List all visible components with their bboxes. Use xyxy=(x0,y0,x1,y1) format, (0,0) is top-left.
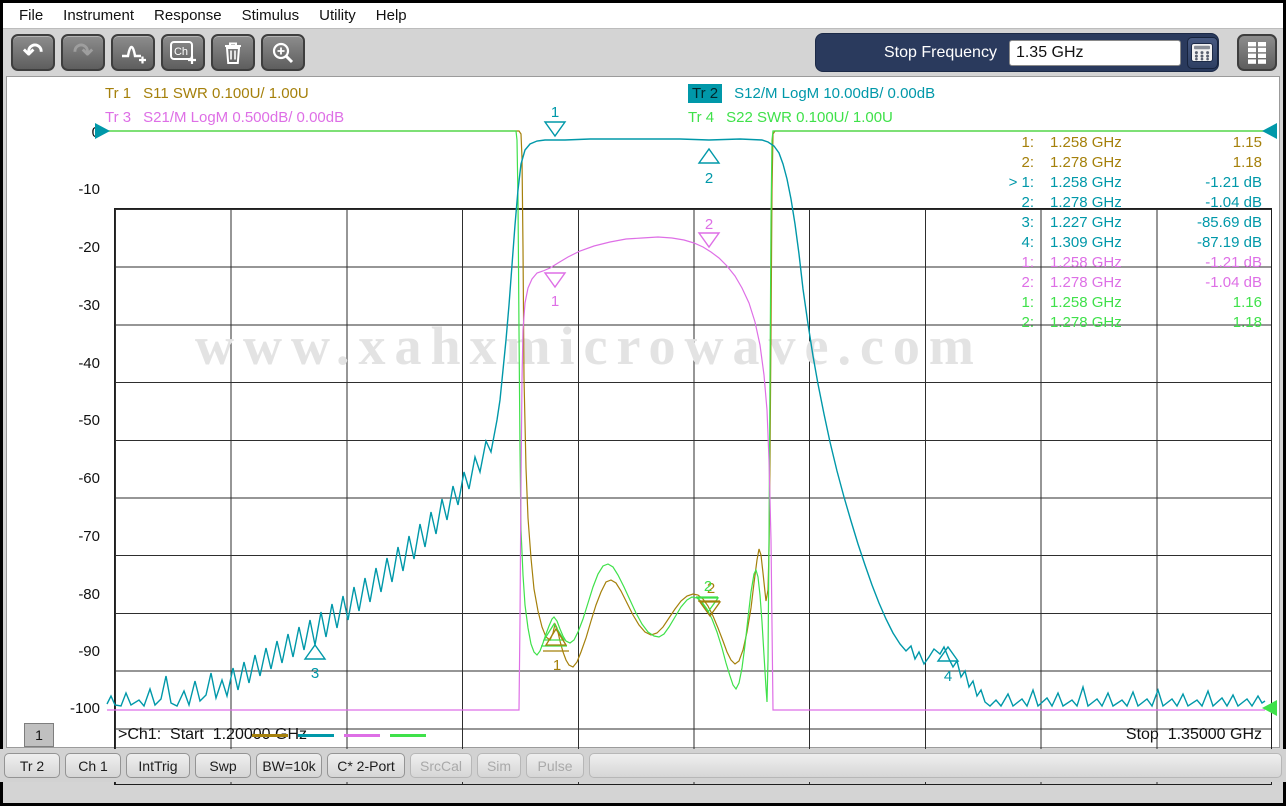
softkey-inttrig[interactable]: IntTrig xyxy=(126,753,190,778)
add-trace-button[interactable] xyxy=(111,34,155,71)
softkey-srccal: SrcCal xyxy=(410,753,472,778)
trace-label-tr3[interactable]: Tr 3 S21/M LogM 0.500dB/ 0.00dB xyxy=(105,109,344,126)
marker-row-active: > 1: 1.258 GHz -1.21 dB xyxy=(1008,174,1262,191)
undo-button[interactable]: ↶ xyxy=(11,34,55,71)
channel-plus-icon: Ch xyxy=(170,41,196,64)
marker-row: 2: 1.278 GHz 1.18 xyxy=(1021,154,1262,171)
marker-row: 2: 1.278 GHz -1.04 dB xyxy=(1021,274,1262,291)
keypad-button[interactable] xyxy=(1186,36,1218,69)
trace-desc-tr3: S21/M LogM 0.500dB/ 0.00dB xyxy=(143,109,345,126)
keypad-icon xyxy=(1191,43,1214,62)
marker-readout-table: 1: 1.258 GHz 1.15 2: 1.278 GHz 1.18 > 1: 1.25… xyxy=(988,133,1262,333)
menu-response[interactable]: Response xyxy=(144,7,232,24)
delete-button[interactable] xyxy=(211,34,255,71)
add-channel-button[interactable]: Ch xyxy=(161,34,205,71)
undo-arrow-icon: ↶ xyxy=(22,38,44,66)
stop-frequency-input[interactable] xyxy=(1008,39,1181,66)
marker-row: 2: 1.278 GHz -1.04 dB xyxy=(1021,194,1262,211)
trace-legend-swatches xyxy=(252,734,426,737)
toolbar: ↶ ↷ Ch Stop Frequency 1.35 GHz xyxy=(3,30,1283,76)
zoom-button[interactable] xyxy=(261,34,305,71)
bottom-status-bar: Tr 2 Ch 1 IntTrig Swp BW=10k C* 2-Port S… xyxy=(0,749,1286,782)
tr4-swatch xyxy=(390,734,426,737)
vna-application-window: { "menu": {"items": ["File", "Instrument… xyxy=(0,0,1286,806)
menu-help[interactable]: Help xyxy=(366,7,417,24)
marker-row: 4: 1.309 GHz -87.19 dB xyxy=(1021,234,1262,251)
menu-file[interactable]: File xyxy=(9,7,53,24)
menu-stimulus[interactable]: Stimulus xyxy=(232,7,310,24)
softkey-sim: Sim xyxy=(477,753,521,778)
softkey-bw[interactable]: BW=10k xyxy=(256,753,322,778)
trash-icon xyxy=(225,42,241,64)
tr2-swatch xyxy=(298,734,334,737)
marker-row: 1: 1.258 GHz 1.16 xyxy=(1021,294,1262,311)
marker-row: 1: 1.258 GHz 1.15 xyxy=(1021,134,1262,151)
redo-button: ↷ xyxy=(61,34,105,71)
softkey-pulse: Pulse xyxy=(526,753,584,778)
menu-bar: File Instrument Response Stimulus Utilit… xyxy=(3,3,1283,29)
marker-row: 3: 1.227 GHz -85.69 dB xyxy=(1021,214,1262,231)
trace-id-tr3: Tr 3 xyxy=(105,109,132,126)
trace-label-tr2[interactable]: Tr 2 S12/M LogM 10.00dB/ 0.00dB xyxy=(688,84,936,103)
softkey-cal-2port[interactable]: C* 2-Port xyxy=(327,753,405,778)
menu-instrument[interactable]: Instrument xyxy=(53,7,144,24)
trace-desc-tr2: S12/M LogM 10.00dB/ 0.00dB xyxy=(734,85,936,102)
trace-id-tr2-active: Tr 2 xyxy=(688,84,723,103)
trace-id-tr1: Tr 1 xyxy=(105,85,132,102)
menu-utility[interactable]: Utility xyxy=(309,7,366,24)
sweep-stop-readout: Stop 1.35000 GHz xyxy=(1125,726,1262,743)
softkey-ch1[interactable]: Ch 1 xyxy=(65,753,121,778)
window-layout-button[interactable] xyxy=(1237,34,1277,71)
softkey-tr2[interactable]: Tr 2 xyxy=(4,753,60,778)
trace-label-tr1[interactable]: Tr 1 S11 SWR 0.100U/ 1.00U xyxy=(105,85,309,102)
softkey-empty xyxy=(589,753,1282,778)
redo-arrow-icon: ↷ xyxy=(72,38,94,66)
channel-tab[interactable]: 1 xyxy=(24,723,54,747)
trace-id-tr4: Tr 4 xyxy=(688,109,715,126)
magnifier-plus-icon xyxy=(272,42,294,63)
marker-row: 1: 1.258 GHz -1.21 dB xyxy=(1021,254,1262,271)
trace-label-tr4[interactable]: Tr 4 S22 SWR 0.100U/ 1.00U xyxy=(688,109,893,126)
softkey-swp[interactable]: Swp xyxy=(195,753,251,778)
pulse-plus-icon xyxy=(122,45,146,63)
trace-desc-tr1: S11 SWR 0.100U/ 1.00U xyxy=(143,85,309,102)
svg-text:Ch: Ch xyxy=(174,46,188,58)
grid-layout-icon xyxy=(1248,41,1266,64)
stop-frequency-panel: Stop Frequency xyxy=(815,33,1219,72)
tr1-swatch xyxy=(252,734,288,737)
marker-row: 2: 1.278 GHz 1.18 xyxy=(1021,314,1262,331)
trace-desc-tr4: S22 SWR 0.100U/ 1.00U xyxy=(726,109,893,126)
stop-frequency-label: Stop Frequency xyxy=(884,43,997,61)
tr3-swatch xyxy=(344,734,380,737)
